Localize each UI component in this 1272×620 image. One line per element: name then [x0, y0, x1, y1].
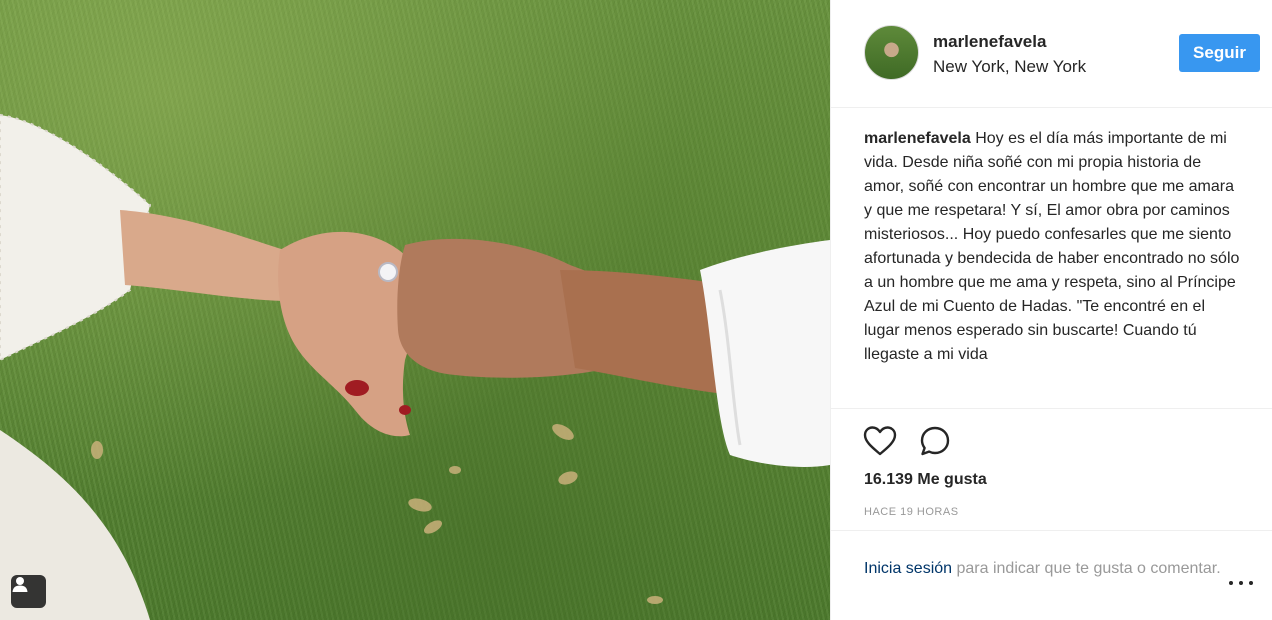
avatar[interactable] — [864, 25, 919, 80]
caption-text: Hoy es el día más importante de mi vida.… — [864, 130, 1240, 363]
heart-icon[interactable] — [862, 423, 898, 459]
login-prompt-rest: para indicar que te gusta o comentar. — [952, 560, 1221, 577]
more-options-icon[interactable] — [1229, 577, 1253, 589]
login-prompt: Inicia sesión para indicar que te gusta … — [831, 530, 1272, 620]
post-actions: 16.139 Me gusta HACE 19 HORAS — [831, 408, 1272, 530]
photo-illustration — [0, 113, 830, 620]
username[interactable]: marlenefavela — [933, 32, 1046, 52]
post-caption: marlenefavela Hoy es el día más importan… — [864, 127, 1242, 412]
comment-bubble-icon[interactable] — [917, 423, 953, 459]
login-prompt-text: Inicia sesión para indicar que te gusta … — [864, 557, 1224, 580]
location-link[interactable]: New York, New York — [933, 57, 1086, 77]
follow-button[interactable]: Seguir — [1179, 34, 1260, 72]
post-header: marlenefavela New York, New York Seguir — [831, 0, 1272, 108]
post-photo[interactable] — [0, 0, 830, 620]
post-timestamp[interactable]: HACE 19 HORAS — [864, 506, 959, 518]
caption-username[interactable]: marlenefavela — [864, 130, 971, 147]
post-side-panel: marlenefavela New York, New York Seguir … — [830, 0, 1272, 620]
user-tag-icon[interactable] — [11, 575, 46, 608]
login-link[interactable]: Inicia sesión — [864, 560, 952, 577]
likes-count[interactable]: 16.139 Me gusta — [864, 471, 987, 489]
